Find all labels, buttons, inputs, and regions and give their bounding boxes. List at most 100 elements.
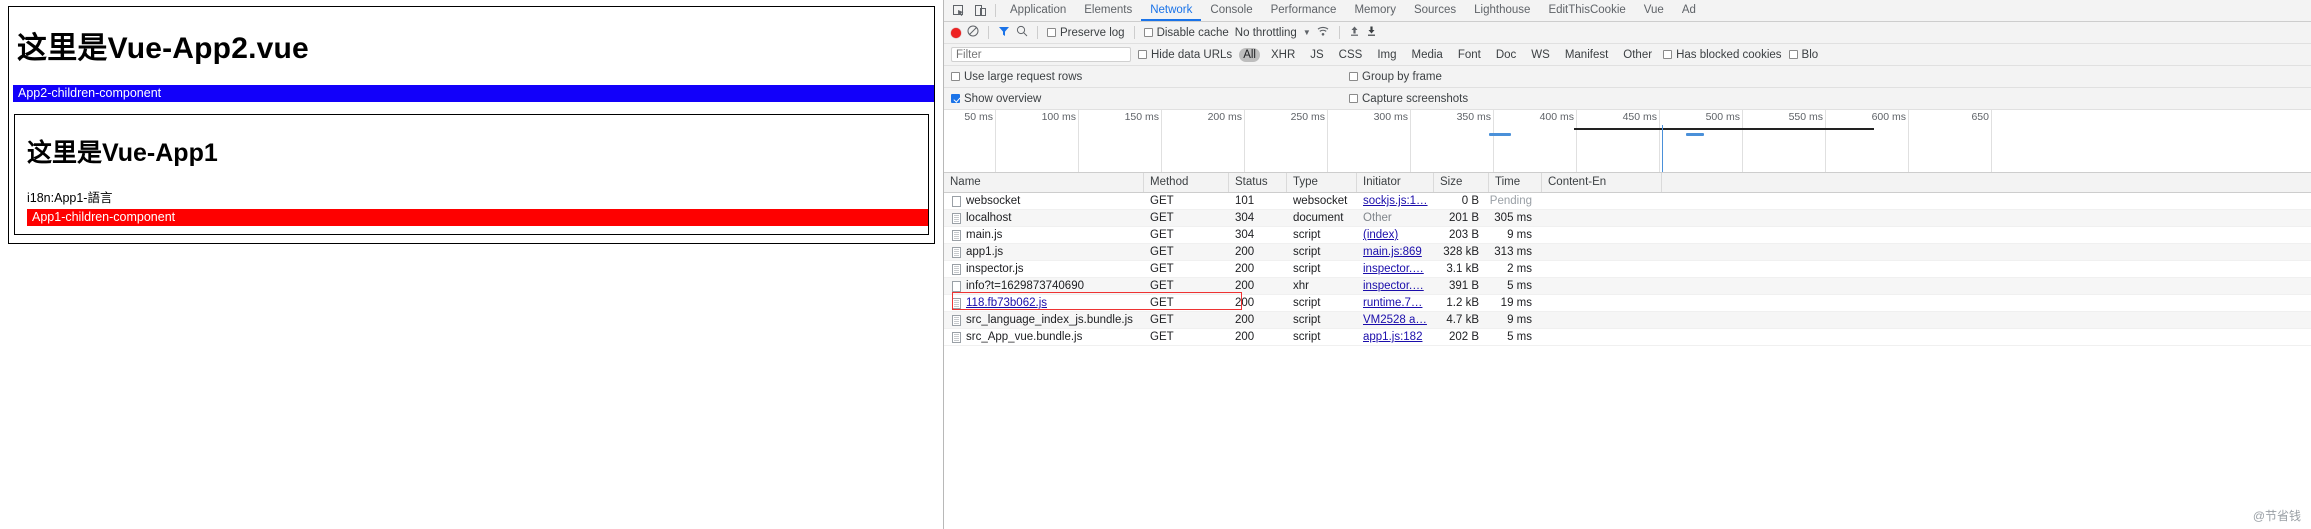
- throttling-select[interactable]: No throttling: [1235, 27, 1297, 39]
- table-row[interactable]: src_language_index_js.bundle.js GET 200 …: [944, 312, 2311, 329]
- checkbox-box[interactable]: [1138, 50, 1147, 59]
- type-filter-img[interactable]: Img: [1373, 48, 1400, 62]
- type-filter-all[interactable]: All: [1239, 47, 1260, 62]
- type-filter-css[interactable]: CSS: [1335, 48, 1367, 62]
- inspect-element-icon[interactable]: [948, 0, 970, 21]
- tab-elements[interactable]: Elements: [1075, 0, 1141, 21]
- column-header-initiator[interactable]: Initiator: [1357, 173, 1434, 192]
- request-method: GET: [1150, 263, 1174, 275]
- checkbox-box[interactable]: [1663, 50, 1673, 59]
- filter-icon[interactable]: [998, 25, 1010, 40]
- capture-screenshots-checkbox[interactable]: Capture screenshots: [1349, 93, 1468, 105]
- tab-console[interactable]: Console: [1201, 0, 1261, 21]
- type-filter-other[interactable]: Other: [1619, 48, 1656, 62]
- table-row[interactable]: main.js GET 304 script (index) 203 B 9 m…: [944, 227, 2311, 244]
- tab-memory[interactable]: Memory: [1345, 0, 1405, 21]
- type-filter-ws[interactable]: WS: [1527, 48, 1554, 62]
- filter-input[interactable]: [951, 47, 1131, 62]
- show-overview-checkbox[interactable]: Show overview: [951, 93, 1041, 105]
- tab-application[interactable]: Application: [1001, 0, 1075, 21]
- app1-children-component-bar: App1-children-component: [27, 209, 928, 226]
- use-large-request-rows-checkbox[interactable]: Use large request rows: [951, 71, 1082, 83]
- checkbox-box[interactable]: [1788, 50, 1798, 59]
- request-type: script: [1293, 246, 1321, 258]
- checkbox-box[interactable]: [951, 94, 960, 103]
- request-method: GET: [1150, 280, 1174, 292]
- request-name: main.js: [966, 229, 1003, 241]
- column-header-method[interactable]: Method: [1144, 173, 1229, 192]
- disable-cache-checkbox[interactable]: Disable cache: [1143, 27, 1229, 39]
- request-size: 201 B: [1448, 212, 1479, 224]
- network-conditions-icon[interactable]: [1317, 25, 1330, 40]
- request-content-encoding: [1542, 261, 1662, 277]
- preserve-log-checkbox[interactable]: Preserve log: [1047, 27, 1125, 39]
- tab-ad[interactable]: Ad: [1673, 0, 1705, 21]
- request-type: websocket: [1293, 195, 1348, 207]
- type-filter-xhr[interactable]: XHR: [1267, 48, 1299, 62]
- checkbox-box[interactable]: [1349, 72, 1358, 81]
- group-by-frame-checkbox[interactable]: Group by frame: [1349, 71, 1442, 83]
- tab-editthiscookie[interactable]: EditThisCookie: [1539, 0, 1634, 21]
- column-header-time[interactable]: Time: [1489, 173, 1542, 192]
- request-name: localhost: [966, 212, 1012, 224]
- table-row[interactable]: 118.fb73b062.js GET 200 script runtime.7…: [944, 295, 2311, 312]
- blocked-requests-checkbox[interactable]: Blo: [1788, 49, 1818, 61]
- table-row[interactable]: app1.js GET 200 script main.js:869 328 k…: [944, 244, 2311, 261]
- table-row[interactable]: localhost GET 304 document Other 201 B 3…: [944, 210, 2311, 227]
- tab-network[interactable]: Network: [1141, 0, 1202, 21]
- checkbox-box[interactable]: [1143, 28, 1153, 37]
- app2-title: 这里是Vue-App2.vue: [17, 32, 309, 65]
- request-initiator[interactable]: app1.js:182: [1363, 331, 1422, 343]
- tab-sources[interactable]: Sources: [1405, 0, 1465, 21]
- toggle-device-toolbar-icon[interactable]: [970, 0, 992, 21]
- type-filter-media[interactable]: Media: [1408, 48, 1447, 62]
- request-initiator[interactable]: sockjs.js:1…: [1363, 195, 1428, 207]
- app1-title: 这里是Vue-App1: [27, 139, 218, 167]
- hide-data-urls-checkbox[interactable]: Hide data URLs: [1138, 49, 1232, 61]
- search-icon[interactable]: [1016, 25, 1028, 40]
- has-blocked-cookies-checkbox[interactable]: Has blocked cookies: [1663, 49, 1782, 61]
- tab-lighthouse[interactable]: Lighthouse: [1465, 0, 1539, 21]
- table-row[interactable]: inspector.js GET 200 script inspector.… …: [944, 261, 2311, 278]
- column-header-content-encoding[interactable]: Content-En: [1542, 173, 1662, 192]
- overview-tick-label: 600 ms: [1871, 111, 1906, 123]
- request-initiator[interactable]: main.js:869: [1363, 246, 1422, 258]
- tab-vue[interactable]: Vue: [1635, 0, 1673, 21]
- chevron-down-icon[interactable]: ▼: [1303, 28, 1311, 37]
- request-type: script: [1293, 331, 1321, 343]
- column-header-type[interactable]: Type: [1287, 173, 1357, 192]
- request-initiator[interactable]: inspector.…: [1363, 263, 1424, 275]
- tab-performance[interactable]: Performance: [1262, 0, 1346, 21]
- request-initiator[interactable]: inspector.…: [1363, 280, 1424, 292]
- request-initiator[interactable]: VM2528 a…: [1363, 314, 1427, 326]
- request-name: src_App_vue.bundle.js: [966, 331, 1083, 343]
- column-header-name[interactable]: Name: [944, 173, 1144, 192]
- table-row[interactable]: src_App_vue.bundle.js GET 200 script app…: [944, 329, 2311, 346]
- request-method: GET: [1150, 212, 1174, 224]
- type-filter-js[interactable]: JS: [1306, 48, 1327, 62]
- overview-dclevent-marker: [1662, 125, 1663, 172]
- column-header-status[interactable]: Status: [1229, 173, 1287, 192]
- clear-icon[interactable]: [967, 25, 979, 40]
- request-content-encoding: [1542, 295, 1662, 311]
- request-initiator[interactable]: (index): [1363, 229, 1398, 241]
- network-overview-timeline[interactable]: 50 ms 100 ms 150 ms 200 ms 250 ms 300 ms…: [944, 110, 2311, 173]
- import-har-icon[interactable]: [1349, 25, 1360, 40]
- type-filter-manifest[interactable]: Manifest: [1561, 48, 1612, 62]
- checkbox-box[interactable]: [951, 72, 960, 81]
- plain-file-icon: [952, 195, 961, 207]
- app2-children-component-bar: App2-children-component: [13, 85, 934, 102]
- table-header-row: Name Method Status Type Initiator Size T…: [944, 173, 2311, 193]
- document-file-icon: [952, 212, 961, 224]
- record-button-icon[interactable]: [951, 27, 961, 38]
- type-filter-doc[interactable]: Doc: [1492, 48, 1520, 62]
- table-row[interactable]: info?t=1629873740690 GET 200 xhr inspect…: [944, 278, 2311, 295]
- request-initiator[interactable]: runtime.7…: [1363, 297, 1422, 309]
- checkbox-box[interactable]: [1349, 94, 1358, 103]
- export-har-icon[interactable]: [1366, 25, 1377, 40]
- column-header-size[interactable]: Size: [1434, 173, 1489, 192]
- checkbox-box[interactable]: [1047, 28, 1056, 37]
- overview-activity-band: [1686, 133, 1704, 136]
- table-row[interactable]: websocket GET 101 websocket sockjs.js:1……: [944, 193, 2311, 210]
- type-filter-font[interactable]: Font: [1454, 48, 1485, 62]
